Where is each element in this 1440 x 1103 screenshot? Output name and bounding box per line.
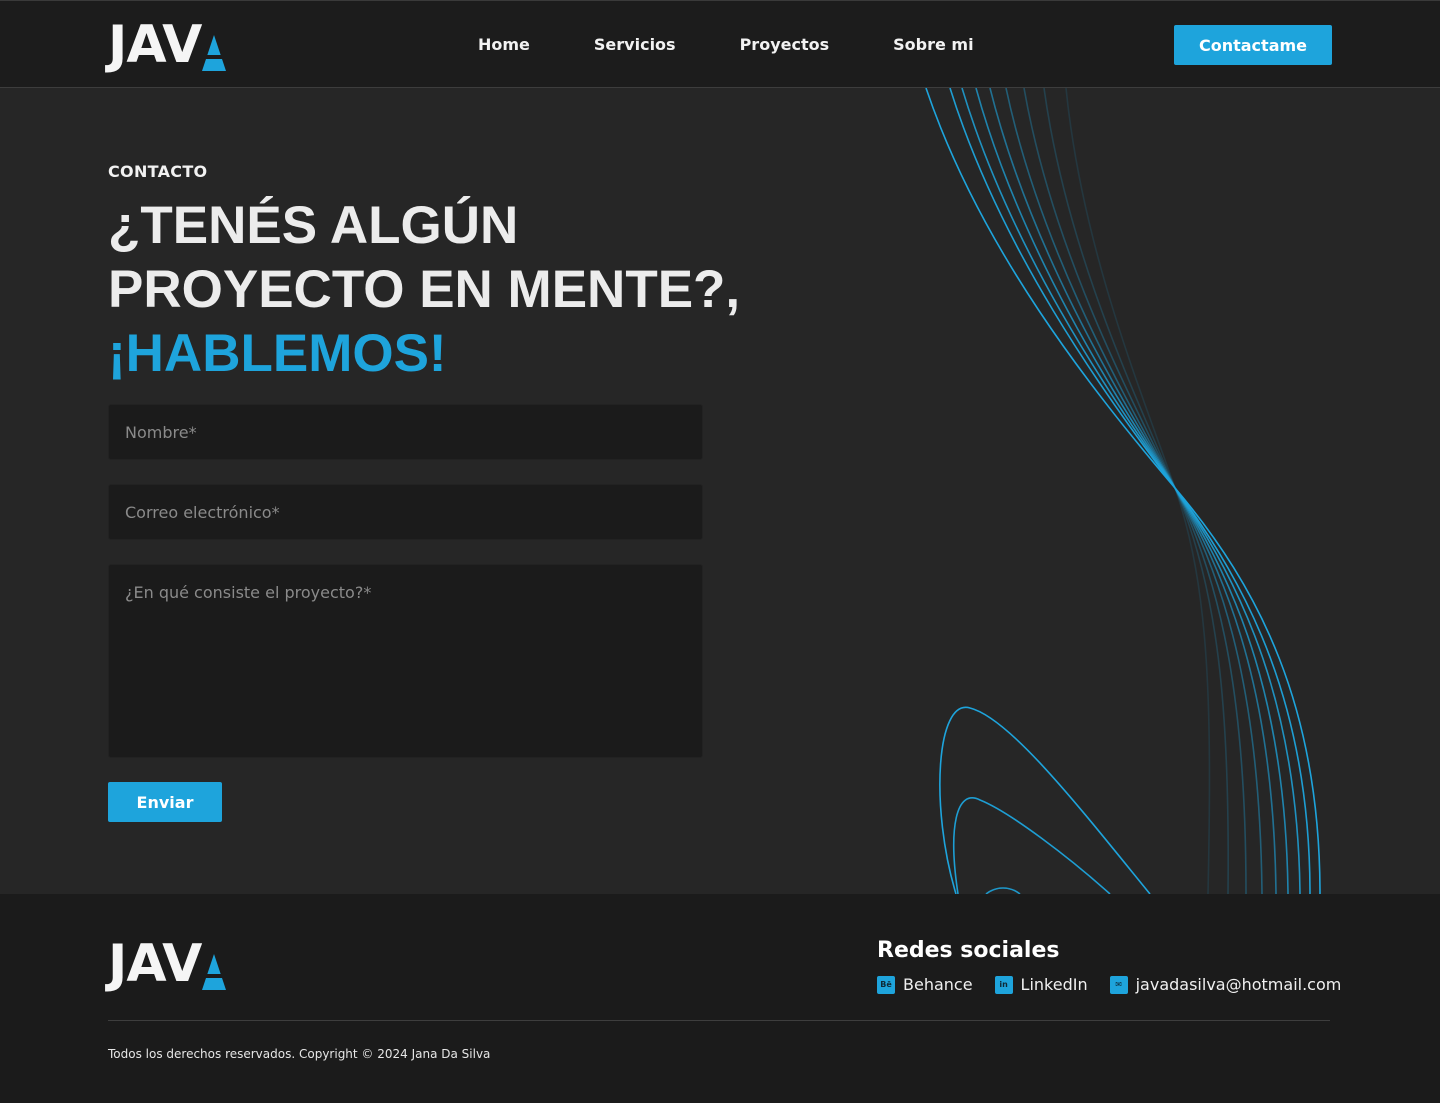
decorative-waves [925,88,1321,894]
footer-logo-triangle-icon [202,954,227,990]
headline-accent: ¡HABLEMOS! [108,324,447,383]
email-field[interactable] [108,484,703,540]
social-title: Redes sociales [877,938,1060,963]
headline-line-2: PROYECTO EN MENTE?, [108,260,741,319]
wave-line [1023,88,1247,894]
contact-section: CONTACTO ¿TENÉS ALGÚN PROYECTO EN MENTE?… [0,88,1440,894]
logo-text: JAV [108,15,202,75]
submit-button[interactable]: Enviar [108,782,222,822]
headline-line-1: ¿TENÉS ALGÚN [108,196,519,255]
behance-label: Behance [903,975,973,994]
wave-line [925,88,1321,894]
nav-sobre-mi[interactable]: Sobre mi [893,35,973,54]
footer-logo[interactable]: JAV [108,934,227,994]
wave-line [961,88,1301,894]
wave-line [989,88,1277,894]
behance-link[interactable]: Bē Behance [877,975,973,994]
mail-icon: ✉ [1109,975,1128,994]
nav-proyectos[interactable]: Proyectos [740,35,830,54]
nav-home[interactable]: Home [478,35,530,54]
site-header: JAV Home Servicios Proyectos Sobre mi Co… [0,0,1440,88]
main-nav: Home Servicios Proyectos Sobre mi [478,35,974,54]
wave-loop [953,797,1111,894]
section-eyebrow: CONTACTO [108,162,208,181]
footer-logo-text: JAV [108,934,202,994]
social-links: Bē Behance in LinkedIn ✉ javadasilva@hot… [877,975,1341,994]
email-link[interactable]: ✉ javadasilva@hotmail.com [1109,975,1342,994]
linkedin-link[interactable]: in LinkedIn [994,975,1088,994]
wave-line [975,88,1289,894]
wave-line [1005,88,1263,894]
contactame-button[interactable]: Contactame [1174,25,1332,65]
contact-headline: ¿TENÉS ALGÚN PROYECTO EN MENTE?, ¡HABLEM… [108,194,740,386]
wave-line [1043,88,1229,894]
site-footer: JAV Redes sociales Bē Behance in LinkedI… [0,894,1440,1103]
wave-line [1065,88,1211,894]
email-label: javadasilva@hotmail.com [1135,975,1342,994]
name-field[interactable] [108,404,703,460]
logo-triangle-icon [202,35,227,71]
linkedin-icon: in [994,975,1013,994]
footer-divider [108,1020,1330,1021]
project-description-field[interactable] [108,564,703,758]
behance-icon: Bē [877,975,895,994]
wave-loop [939,706,1151,894]
logo[interactable]: JAV [108,19,227,71]
copyright-text: Todos los derechos reservados. Copyright… [108,1047,491,1061]
nav-servicios[interactable]: Servicios [594,35,676,54]
linkedin-label: LinkedIn [1020,975,1088,994]
